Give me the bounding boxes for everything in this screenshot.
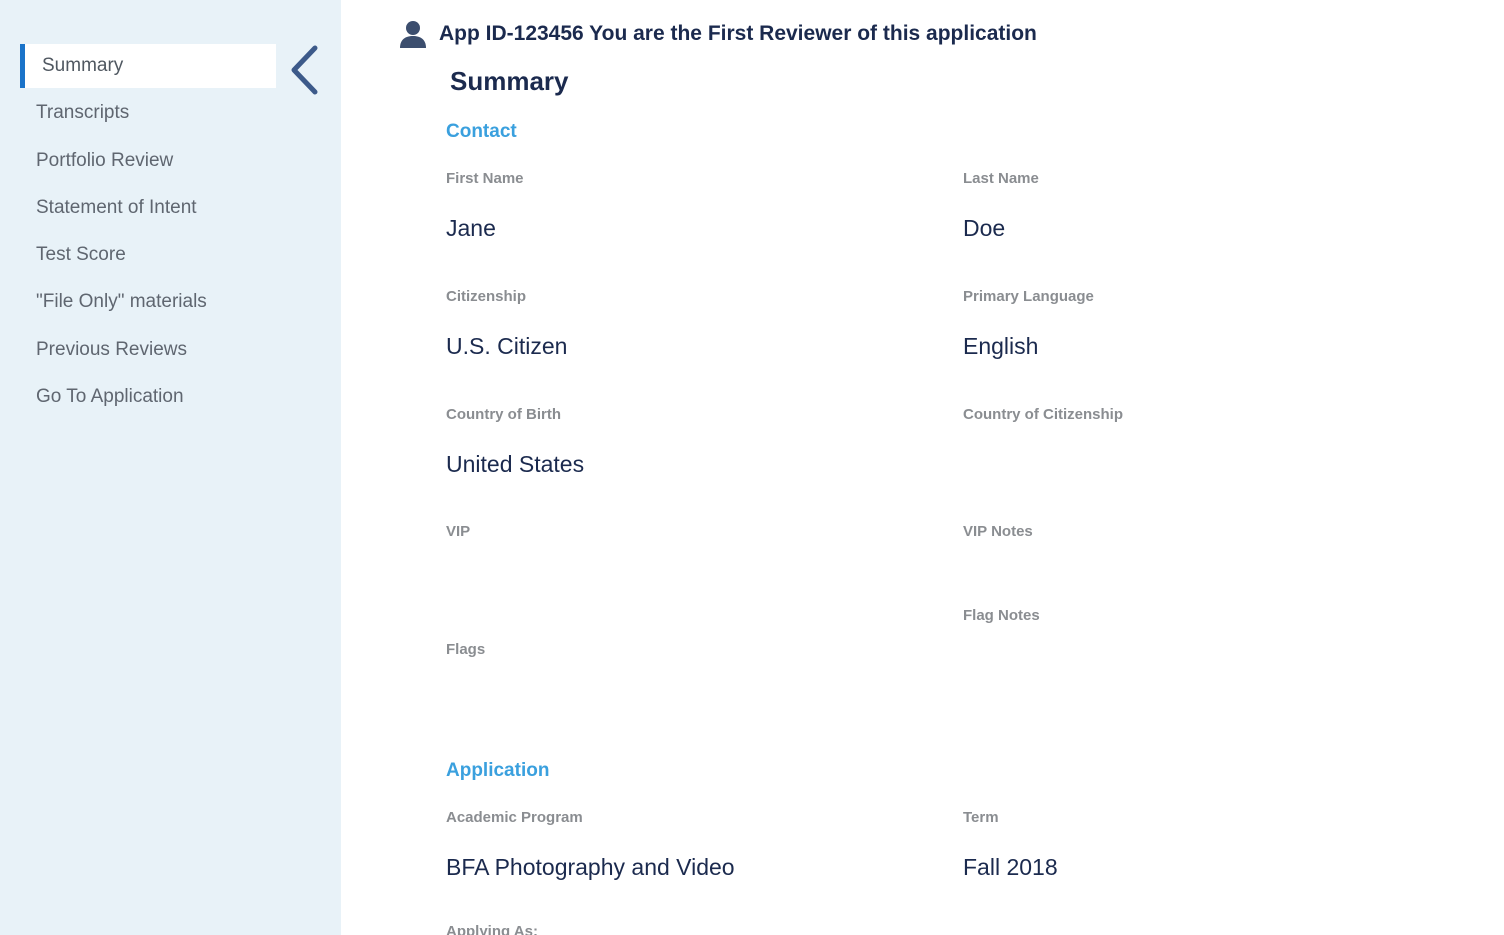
collapse-sidebar-button[interactable] xyxy=(284,44,324,96)
citizenship-field: Citizenship U.S. Citizen xyxy=(446,288,926,361)
vip-notes-field: VIP Notes xyxy=(963,523,1443,596)
field-value: BFA Photography and Video xyxy=(446,854,735,880)
field-label: Flag Notes xyxy=(963,607,1040,624)
page-title: Summary xyxy=(450,66,569,96)
field-label: Academic Program xyxy=(446,809,583,826)
academic-program-field: Academic Program BFA Photography and Vid… xyxy=(446,809,926,882)
sidebar: Summary Transcripts Portfolio Review Sta… xyxy=(0,0,341,935)
field-label: Primary Language xyxy=(963,288,1094,305)
sidebar-item-summary[interactable]: Summary xyxy=(20,44,276,88)
field-label: Applying As: xyxy=(446,923,538,935)
country-of-citizenship-field: Country of Citizenship xyxy=(963,406,1443,479)
contact-section-title: Contact xyxy=(446,121,517,142)
flags-field: Flags xyxy=(446,641,926,714)
field-label: Country of Birth xyxy=(446,406,561,423)
field-value: Fall 2018 xyxy=(963,854,1058,880)
primary-language-field: Primary Language English xyxy=(963,288,1443,361)
field-value xyxy=(446,686,926,714)
sidebar-item-portfolio-review[interactable]: Portfolio Review xyxy=(20,139,276,183)
applying-as-field: Applying As: xyxy=(446,923,926,935)
field-label: Last Name xyxy=(963,170,1039,187)
sidebar-item-transcripts[interactable]: Transcripts xyxy=(20,91,276,135)
field-value: English xyxy=(963,333,1039,359)
term-field: Term Fall 2018 xyxy=(963,809,1443,882)
country-of-birth-field: Country of Birth United States xyxy=(446,406,926,479)
field-label: VIP xyxy=(446,523,471,540)
field-label: Country of Citizenship xyxy=(963,406,1123,423)
field-value: Doe xyxy=(963,215,1006,241)
field-value xyxy=(963,568,1443,596)
last-name-field: Last Name Doe xyxy=(963,170,1443,243)
user-icon xyxy=(398,19,428,49)
sidebar-item-go-to-application[interactable]: Go To Application xyxy=(20,375,276,419)
main-content: App ID-123456 You are the First Reviewer… xyxy=(341,0,1504,935)
field-label: First Name xyxy=(446,170,524,187)
flag-notes-field: Flag Notes xyxy=(963,607,1443,680)
first-name-field: First Name Jane xyxy=(446,170,926,243)
vip-field: VIP xyxy=(446,523,926,596)
sidebar-item-test-score[interactable]: Test Score xyxy=(20,233,276,277)
sidebar-item-previous-reviews[interactable]: Previous Reviews xyxy=(20,328,276,372)
field-label: Term xyxy=(963,809,999,826)
field-value: United States xyxy=(446,451,585,477)
field-label: Citizenship xyxy=(446,288,527,305)
field-value xyxy=(963,451,1443,479)
field-label: VIP Notes xyxy=(963,523,1033,540)
sidebar-item-file-only-materials[interactable]: "File Only" materials xyxy=(20,280,276,324)
field-value xyxy=(446,568,926,596)
chevron-left-icon xyxy=(291,45,318,95)
application-header: App ID-123456 You are the First Reviewer… xyxy=(398,19,1037,49)
field-value xyxy=(963,652,1443,680)
field-value: U.S. Citizen xyxy=(446,333,568,359)
sidebar-nav: Summary Transcripts Portfolio Review Sta… xyxy=(20,44,276,422)
field-value: Jane xyxy=(446,215,496,241)
application-header-text: App ID-123456 You are the First Reviewer… xyxy=(439,22,1037,45)
field-label: Flags xyxy=(446,641,486,658)
application-section-title: Application xyxy=(446,760,550,781)
sidebar-item-statement-of-intent[interactable]: Statement of Intent xyxy=(20,186,276,230)
